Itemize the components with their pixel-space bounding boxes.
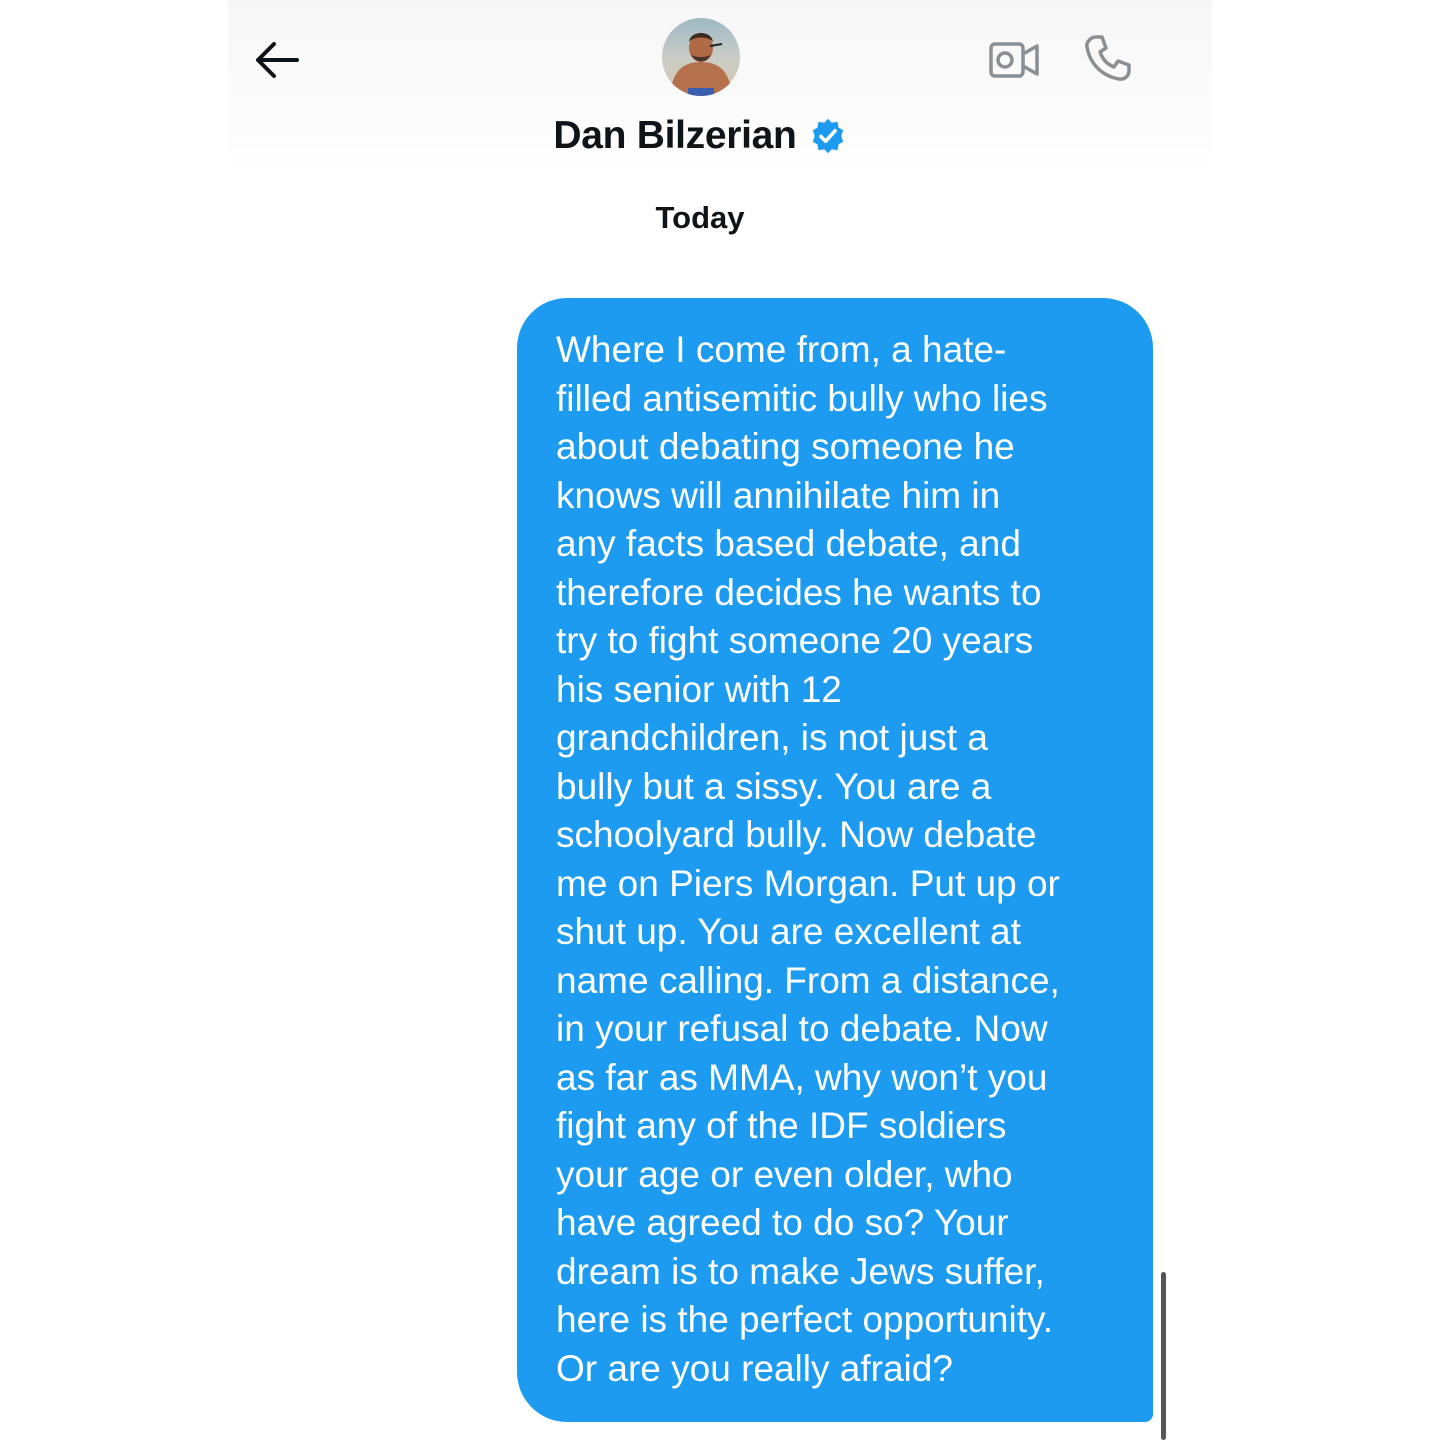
video-call-button[interactable] (986, 34, 1042, 86)
day-separator: Today (655, 200, 745, 235)
message-text: Where I come from, a hate- filled antise… (556, 329, 1060, 1389)
phone-icon (1085, 35, 1131, 81)
dm-conversation-screen: Dan Bilzerian Today Where I come from, a… (0, 0, 1440, 1440)
scrollbar[interactable] (1161, 1272, 1166, 1440)
outgoing-message-bubble[interactable]: Where I come from, a hate- filled antise… (517, 298, 1153, 1422)
voice-call-button[interactable] (1080, 30, 1136, 86)
avatar-image (662, 18, 740, 96)
contact-avatar[interactable] (662, 18, 740, 96)
contact-name-row: Dan Bilzerian (0, 108, 1440, 164)
contact-name[interactable]: Dan Bilzerian (553, 114, 796, 158)
arrow-left-icon (256, 42, 299, 78)
back-button[interactable] (250, 34, 302, 86)
video-camera-icon (989, 42, 1039, 78)
verified-badge-icon (812, 118, 843, 154)
